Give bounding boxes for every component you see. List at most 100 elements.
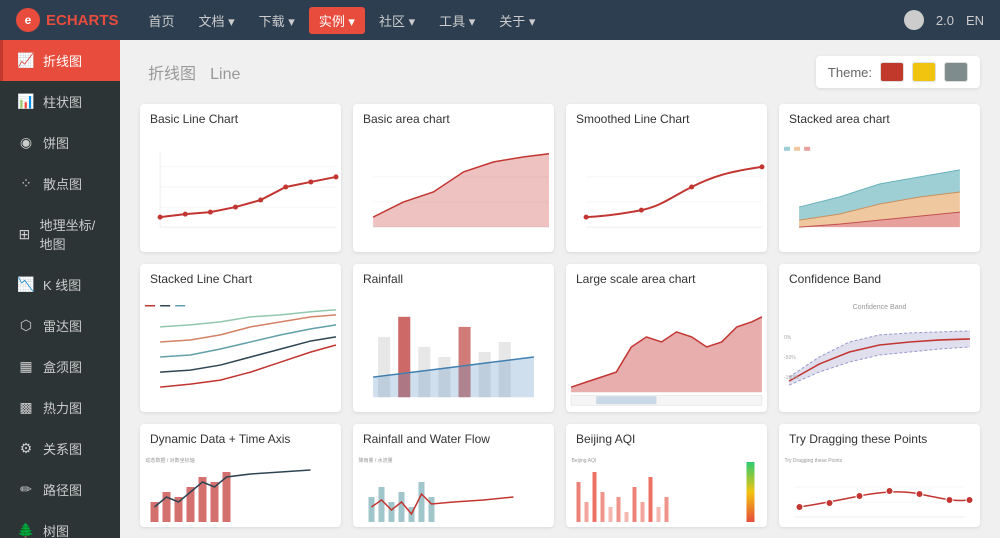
main-content: 折线图 Line Theme: Basic Line Chart	[120, 40, 1000, 538]
sidebar-label-boxplot: 盒须图	[43, 357, 82, 376]
chart-preview-large-scale	[566, 292, 767, 412]
svg-text:动态数据 / 对数坐标轴: 动态数据 / 对数坐标轴	[146, 457, 195, 464]
chart-title-drag-points: Try Dragging these Points	[779, 424, 980, 452]
chart-title-stacked-area: Stacked area chart	[779, 104, 980, 132]
nav-about[interactable]: 关于 ▾	[489, 7, 545, 34]
github-icon[interactable]: ⊛	[904, 10, 924, 30]
chart-preview-stacked-area	[779, 132, 980, 252]
chart-card-smoothed-line[interactable]: Smoothed Line Chart	[566, 104, 767, 252]
chart-preview-basic-line	[140, 132, 341, 252]
svg-text:0%: 0%	[784, 335, 792, 341]
sidebar-item-heatmap[interactable]: ▩ 热力图	[0, 387, 120, 428]
version-label: 2.0	[936, 13, 954, 28]
chart-title-smoothed-line: Smoothed Line Chart	[566, 104, 767, 132]
chart-title-basic-line: Basic Line Chart	[140, 104, 341, 132]
chart-preview-rainfall	[353, 292, 554, 412]
map-icon: ⊞	[17, 225, 32, 243]
radar-icon: ⬡	[17, 317, 35, 335]
line-chart-icon: 📈	[17, 52, 35, 70]
nav-tools[interactable]: 工具 ▾	[429, 7, 485, 34]
chart-title-beijing-aqi: Beijing AQI	[566, 424, 767, 452]
sidebar: 📈 折线图 📊 柱状图 ◉ 饼图 ⁘ 散点图 ⊞ 地理坐标/地图 📉 K 线图 …	[0, 40, 120, 538]
sidebar-item-line[interactable]: 📈 折线图	[0, 40, 120, 81]
sidebar-item-scatter[interactable]: ⁘ 散点图	[0, 163, 120, 204]
chart-title-dynamic-time: Dynamic Data + Time Axis	[140, 424, 341, 452]
bar-chart-icon: 📊	[17, 93, 35, 111]
chart-card-drag-points[interactable]: Try Dragging these Points Try Dragging t…	[779, 424, 980, 527]
svg-text:降雨量 / 水流量: 降雨量 / 水流量	[359, 457, 393, 464]
lang-label[interactable]: EN	[966, 13, 984, 28]
chart-preview-confidence-band: Confidence Band 0% -50% -100%	[779, 292, 980, 412]
top-navigation: e ECHARTS 首页 文档 ▾ 下载 ▾ 实例 ▾ 社区 ▾ 工具 ▾ 关于…	[0, 0, 1000, 40]
chart-card-large-scale[interactable]: Large scale area chart	[566, 264, 767, 412]
theme-selector: Theme:	[816, 56, 980, 88]
nav-links: 首页 文档 ▾ 下载 ▾ 实例 ▾ 社区 ▾ 工具 ▾ 关于 ▾	[139, 7, 884, 34]
theme-gray[interactable]	[944, 62, 968, 82]
sidebar-label-tree: 树图	[43, 521, 69, 538]
lines-icon: ✏	[17, 481, 35, 499]
chart-card-stacked-area[interactable]: Stacked area chart	[779, 104, 980, 252]
sidebar-item-lines[interactable]: ✏ 路径图	[0, 469, 120, 510]
sidebar-item-candlestick[interactable]: 📉 K 线图	[0, 264, 120, 305]
chart-preview-rainfall-water: 降雨量 / 水流量	[353, 452, 554, 527]
svg-text:Try Dragging these Points: Try Dragging these Points	[785, 458, 843, 464]
chart-grid-row2: Stacked Line Chart	[140, 264, 980, 412]
graph-icon: ⚙	[17, 440, 35, 458]
nav-right: ⊛ 2.0 EN	[904, 10, 984, 30]
logo: e ECHARTS	[16, 8, 119, 32]
chart-preview-beijing-aqi: Beijing AQI	[566, 452, 767, 527]
heatmap-icon: ▩	[17, 399, 35, 417]
sidebar-item-tree[interactable]: 🌲 树图	[0, 510, 120, 538]
nav-examples[interactable]: 实例 ▾	[309, 7, 365, 34]
svg-text:-100%: -100%	[784, 375, 799, 381]
logo-icon: e	[16, 8, 40, 32]
sidebar-label-pie: 饼图	[43, 133, 69, 152]
chart-card-rainfall[interactable]: Rainfall	[353, 264, 554, 412]
sidebar-label-scatter: 散点图	[43, 174, 82, 193]
sidebar-label-bar: 柱状图	[43, 92, 82, 111]
page-title: 折线图 Line	[140, 59, 240, 85]
theme-red[interactable]	[880, 62, 904, 82]
sidebar-item-graph[interactable]: ⚙ 关系图	[0, 428, 120, 469]
chart-title-large-scale: Large scale area chart	[566, 264, 767, 292]
boxplot-icon: ▦	[17, 358, 35, 376]
chart-card-basic-line[interactable]: Basic Line Chart	[140, 104, 341, 252]
theme-yellow[interactable]	[912, 62, 936, 82]
nav-download[interactable]: 下载 ▾	[249, 7, 305, 34]
chart-title-rainfall: Rainfall	[353, 264, 554, 292]
nav-docs[interactable]: 文档 ▾	[189, 7, 245, 34]
svg-text:Beijing AQI: Beijing AQI	[572, 458, 597, 464]
chart-card-confidence-band[interactable]: Confidence Band Confidence Band	[779, 264, 980, 412]
candlestick-icon: 📉	[17, 276, 35, 294]
sidebar-item-map[interactable]: ⊞ 地理坐标/地图	[0, 204, 120, 264]
sidebar-label-candlestick: K 线图	[43, 275, 81, 294]
sidebar-label-graph: 关系图	[43, 439, 82, 458]
chart-preview-dynamic-time: 动态数据 / 对数坐标轴	[140, 452, 341, 527]
chart-grid-row1: Basic Line Chart	[140, 104, 980, 252]
svg-text:Confidence Band: Confidence Band	[853, 304, 907, 311]
chart-card-basic-area[interactable]: Basic area chart	[353, 104, 554, 252]
nav-home[interactable]: 首页	[139, 7, 185, 34]
sidebar-item-pie[interactable]: ◉ 饼图	[0, 122, 120, 163]
sidebar-item-bar[interactable]: 📊 柱状图	[0, 81, 120, 122]
chart-card-beijing-aqi[interactable]: Beijing AQI Beijing AQI	[566, 424, 767, 527]
sidebar-item-radar[interactable]: ⬡ 雷达图	[0, 305, 120, 346]
chart-title-basic-area: Basic area chart	[353, 104, 554, 132]
main-layout: 📈 折线图 📊 柱状图 ◉ 饼图 ⁘ 散点图 ⊞ 地理坐标/地图 📉 K 线图 …	[0, 40, 1000, 538]
chart-title-stacked-line: Stacked Line Chart	[140, 264, 341, 292]
sidebar-label-map: 地理坐标/地图	[40, 215, 106, 253]
chart-grid-row3: Dynamic Data + Time Axis 动态数据 / 对数坐标轴	[140, 424, 980, 527]
theme-label: Theme:	[828, 65, 872, 80]
tree-icon: 🌲	[17, 522, 35, 538]
sidebar-item-boxplot[interactable]: ▦ 盒须图	[0, 346, 120, 387]
content-header: 折线图 Line Theme:	[140, 56, 980, 88]
logo-text: ECHARTS	[46, 12, 119, 29]
pie-chart-icon: ◉	[17, 134, 35, 152]
sidebar-label-lines: 路径图	[43, 480, 82, 499]
chart-preview-smoothed-line	[566, 132, 767, 252]
sidebar-label-line: 折线图	[43, 51, 82, 70]
chart-card-rainfall-water[interactable]: Rainfall and Water Flow 降雨量 / 水流量	[353, 424, 554, 527]
nav-community[interactable]: 社区 ▾	[369, 7, 425, 34]
chart-card-dynamic-time[interactable]: Dynamic Data + Time Axis 动态数据 / 对数坐标轴	[140, 424, 341, 527]
chart-card-stacked-line[interactable]: Stacked Line Chart	[140, 264, 341, 412]
